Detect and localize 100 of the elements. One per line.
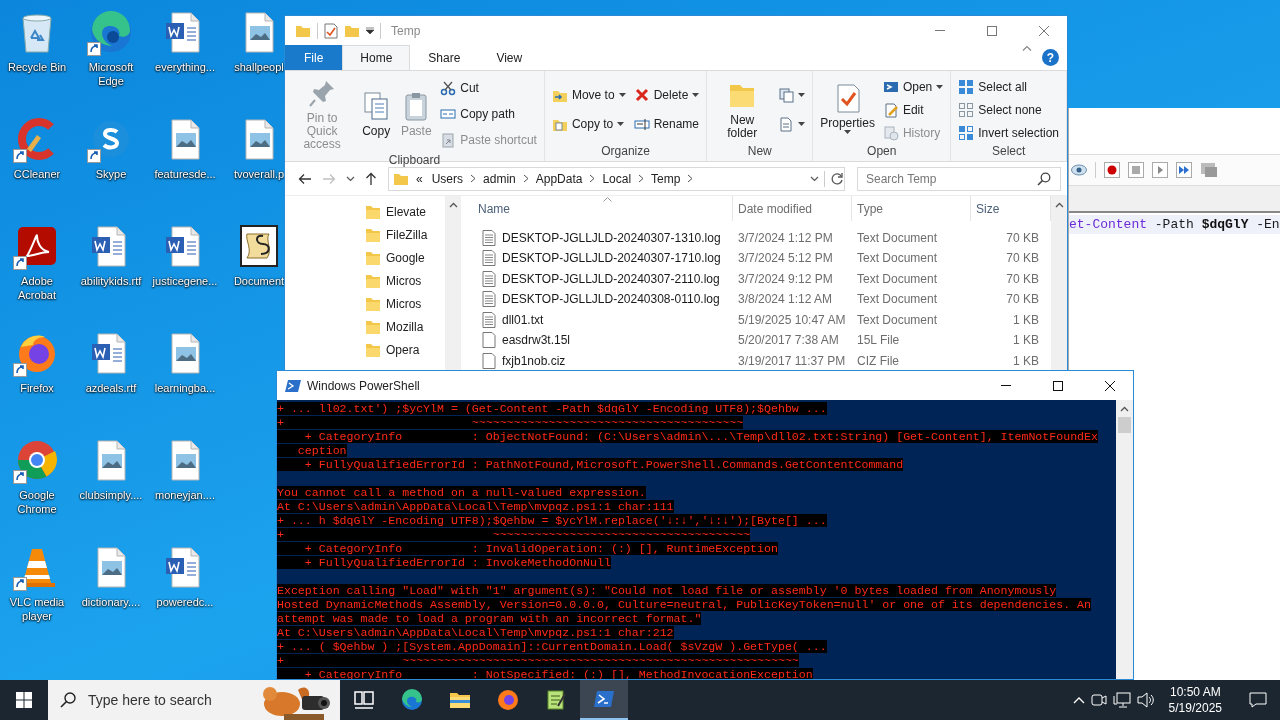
ribbon-button[interactable]: Copy path — [437, 105, 540, 123]
desktop-icon[interactable]: Recycle Bin — [7, 8, 67, 74]
file-name[interactable]: DESKTOP-JGLLJLD-20240307-1310.log — [502, 230, 721, 245]
file-name[interactable]: DESKTOP-JGLLJLD-20240307-1710.log — [502, 251, 721, 266]
refresh-icon — [830, 171, 844, 186]
nav-item[interactable]: Opera — [365, 340, 445, 360]
windows-logo-icon — [16, 692, 32, 708]
caret-icon — [618, 93, 626, 97]
folder-icon — [365, 273, 381, 289]
ribbon-button[interactable]: Open — [879, 77, 947, 96]
scissors-icon — [440, 80, 457, 96]
breadcrumb-item[interactable]: admin — [481, 171, 518, 186]
ribbon-button[interactable]: Select none — [955, 100, 1062, 119]
ribbon-group-label: Select — [990, 144, 1027, 160]
ribbon-button[interactable]: Properties — [817, 80, 878, 139]
date-cell-text: 3/8/2024 1:12 AM — [737, 292, 834, 307]
dropdown-chevron-icon — [810, 175, 819, 182]
ribbon-button[interactable]: Cut — [437, 79, 540, 97]
ribbon-tab[interactable]: File — [285, 45, 343, 70]
minimize-icon — [935, 30, 945, 31]
nav-item[interactable]: Google — [365, 248, 445, 268]
task-view-icon — [352, 688, 376, 712]
text-file-icon — [482, 229, 496, 246]
caret-icon — [844, 130, 852, 134]
ribbon-button[interactable]: Select all — [955, 77, 1062, 96]
grid-icon — [958, 78, 975, 95]
caret-icon — [692, 93, 700, 97]
window-title: Windows PowerShell — [307, 378, 420, 393]
nav-item[interactable]: Elevate — [365, 202, 445, 222]
column-header[interactable]: Name — [473, 196, 733, 222]
file-name[interactable]: DESKTOP-JGLLJLD-20240307-2110.log — [502, 271, 720, 286]
date-cell-text: 3/7/2024 5:12 PM — [737, 251, 834, 266]
date-cell-text: 3/7/2024 1:12 PM — [737, 230, 834, 245]
type-cell-text: Text Document — [856, 271, 939, 286]
shortcut-icon — [440, 132, 457, 148]
ribbon-button[interactable]: Copy to — [548, 115, 629, 133]
file-name[interactable]: DESKTOP-JGLLJLD-20240308-0110.log — [502, 292, 720, 307]
size-cell-text: 1 KB — [1012, 312, 1040, 327]
ribbon-button[interactable]: Delete — [630, 86, 703, 104]
taskbar-search-field[interactable]: Type here to search — [48, 680, 254, 720]
fast-forward-icon — [1176, 162, 1192, 178]
text-file-icon — [482, 291, 496, 308]
ribbon-button[interactable]: Edit — [879, 100, 947, 119]
stop-icon — [1128, 162, 1144, 178]
network-icon — [1112, 692, 1131, 708]
file-name[interactable]: dll01.txt — [502, 312, 544, 327]
record-icon — [1104, 162, 1120, 178]
desktop-icon[interactable]: shallpeopl — [234, 8, 284, 74]
clock-icon — [882, 124, 899, 141]
ribbon-button[interactable]: Move to — [548, 86, 629, 104]
scrollbar[interactable] — [1051, 196, 1067, 371]
clock[interactable]: 10:50 AM 5/19/2025 — [1160, 684, 1230, 716]
ribbon-tab[interactable]: Home — [342, 45, 411, 70]
column-header[interactable]: Date modified — [733, 196, 852, 222]
breadcrumb-item[interactable]: Users — [429, 171, 466, 186]
nav-item[interactable]: Micros — [365, 271, 445, 291]
scroll-up-icon — [448, 202, 458, 208]
ribbon-tab[interactable]: View — [478, 45, 541, 70]
nav-item[interactable]: Micros — [365, 294, 445, 314]
ribbon-tab[interactable]: Share — [410, 45, 479, 70]
search-field[interactable]: Search Temp — [857, 166, 1061, 191]
folder-icon — [365, 342, 381, 358]
scrollbar[interactable] — [1116, 400, 1133, 679]
breadcrumb-item[interactable]: AppData — [533, 171, 585, 186]
scrollbar[interactable] — [445, 196, 461, 371]
ribbon-button[interactable]: Invert selection — [955, 123, 1062, 142]
breadcrumb-item[interactable]: Local — [600, 171, 634, 186]
chevron-up-icon — [1072, 696, 1085, 704]
file-name[interactable]: easdrw3t.15l — [502, 333, 571, 348]
help-button[interactable]: ? — [1042, 49, 1059, 66]
text-file-icon — [482, 311, 496, 328]
search-icon — [1037, 171, 1051, 186]
ribbon-button[interactable]: Rename — [630, 115, 703, 133]
date-cell-text: 5/19/2025 10:47 AM — [737, 312, 847, 327]
address-bar[interactable]: « Users admin AppData Local Temp — [388, 166, 845, 191]
breadcrumb-overflow[interactable]: « — [414, 171, 425, 186]
scroll-thumb[interactable] — [1118, 417, 1131, 433]
type-cell-text: CIZ File — [856, 353, 900, 368]
folder-icon — [365, 204, 381, 220]
new-item-icon — [778, 87, 795, 103]
ribbon-button[interactable]: New folder — [711, 77, 774, 142]
properties-icon — [324, 22, 338, 39]
file-name[interactable]: fxjb1nob.ciz — [502, 353, 566, 368]
desktop-icon[interactable]: Microsoft Edge — [75, 8, 147, 88]
folder-icon — [295, 23, 311, 38]
ribbon-button[interactable]: Copy — [357, 88, 396, 140]
terminal-icon — [285, 378, 301, 393]
taskbar-app[interactable] — [580, 680, 628, 720]
breadcrumb-item[interactable]: Temp — [649, 171, 683, 186]
folder-icon — [365, 250, 381, 266]
folder-icon — [393, 171, 409, 186]
nav-item[interactable]: FileZilla — [365, 225, 445, 245]
nav-item[interactable]: Mozilla — [365, 317, 445, 337]
column-header[interactable]: Type — [852, 196, 971, 222]
back-arrow-icon — [298, 172, 312, 185]
ribbon-group-label: Open — [866, 144, 898, 160]
window-title: Temp — [391, 23, 421, 38]
mixed-grid-icon — [958, 124, 975, 141]
folder-icon — [365, 296, 381, 312]
caret-icon — [617, 122, 625, 126]
